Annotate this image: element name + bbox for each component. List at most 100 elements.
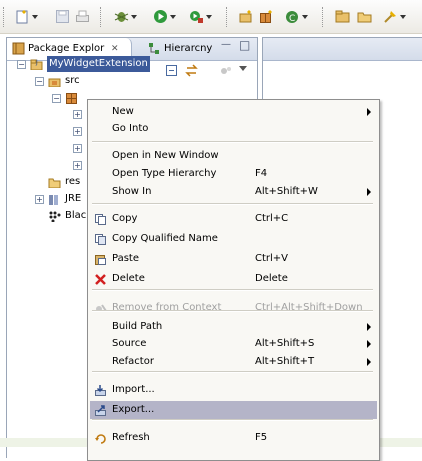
expand-icon[interactable]: + [73,161,82,170]
tree-item-label: MyWidgetExtension [47,56,150,72]
collapse-icon[interactable]: − [52,94,61,103]
run-icon [153,9,168,24]
hierarchy-icon [148,42,161,55]
menu-item-remove-from-context[interactable]: Remove from Context Ctrl+Alt+Shift+Down [90,299,377,317]
menu-item-shortcut: Ctrl+Alt+Shift+Down [255,302,363,313]
menu-item-show-in[interactable]: Show In Alt+Shift+W [90,183,377,201]
menu-item-shortcut: Alt+Shift+S [255,338,315,349]
menu-item-label: Copy Qualified Name [112,233,218,244]
menu-separator [92,419,373,421]
menu-item-label: Refresh [112,432,150,443]
library-icon [48,193,61,205]
menu-item-label: Remove from Context [112,302,222,313]
print-icon [75,9,90,24]
menu-separator [92,371,373,373]
copy-qualified-name-icon [94,233,107,245]
new-package-button[interactable] [258,8,275,26]
menu-item-label: Paste [112,253,139,264]
menu-item-delete[interactable]: Delete Delete [90,270,377,288]
menu-item-open-in-new-window[interactable]: Open in New Window [90,147,377,165]
package-explorer-icon [12,42,25,55]
new-wizard-icon [15,9,30,24]
menu-item-copy[interactable]: Copy Ctrl+C [90,210,377,228]
submenu-arrow-icon [367,358,371,366]
tree-item[interactable]: − src [35,73,265,89]
main-toolbar: C [0,0,422,34]
menu-item-label: Show In [112,186,152,197]
tree-item-label: JRE [65,193,82,204]
menu-item-shortcut: Ctrl+C [255,213,289,224]
save-icon [55,9,70,24]
menu-item-open-type-hierarchy[interactable]: Open Type Hierarchy F4 [90,165,377,183]
menu-item-label: Go Into [112,123,149,134]
new-wizard-button[interactable] [14,8,40,26]
menu-item-shortcut: F5 [255,432,268,443]
blackberry-icon [48,210,61,223]
menu-item-export[interactable]: Export... [90,401,377,419]
open-type-button[interactable] [334,8,351,26]
tree-item-label: res [65,176,81,187]
refresh-icon [94,432,107,444]
menu-item-label: Open in New Window [112,150,219,161]
run-button[interactable] [152,8,180,26]
toolbar-grip[interactable] [100,7,104,27]
copy-icon [94,213,107,225]
menu-item-shortcut: Alt+Shift+T [255,356,315,367]
maximize-icon[interactable]: □ [239,38,250,52]
new-class-button[interactable]: C [284,8,312,26]
menu-item-go-into[interactable]: Go Into [90,120,377,138]
menu-item-shortcut: Alt+Shift+W [255,186,318,197]
expand-icon[interactable]: + [35,195,44,204]
menu-item-label: Export... [112,404,155,415]
menu-separator [92,141,373,143]
menu-item-label: Import... [112,384,155,395]
menu-item-label: Source [112,338,147,349]
external-tools-button[interactable] [188,8,216,26]
submenu-arrow-icon [367,323,371,331]
menu-item-paste[interactable]: Paste Ctrl+V [90,250,377,268]
menu-item-shortcut: Ctrl+V [255,253,289,264]
open-folder-icon [357,9,372,24]
menu-item-refresh[interactable]: Refresh F5 [90,429,377,447]
menu-item-import[interactable]: Import... [90,381,377,399]
menu-separator [92,289,373,291]
collapse-icon[interactable]: − [17,60,26,69]
menu-item-source[interactable]: Source Alt+Shift+S [90,335,377,353]
project-icon: J [30,58,43,71]
editor-tab-bar [263,38,422,61]
new-java-project-icon [239,9,254,24]
menu-item-label: Copy [112,213,138,224]
expand-icon[interactable]: + [73,110,82,119]
expand-icon[interactable]: + [73,144,82,153]
print-button[interactable] [74,8,91,26]
tree-item[interactable]: − J MyWidgetExtension [17,56,247,72]
search-icon [383,9,398,24]
menu-item-label: Open Type Hierarchy [112,168,217,179]
package-icon [65,92,78,104]
menu-item-shortcut: F4 [255,168,268,179]
toolbar-grip[interactable] [226,7,230,27]
source-folder-icon [48,75,61,88]
menu-item-new[interactable]: New [90,103,377,121]
menu-item-label: Build Path [112,321,163,332]
toolbar-grip[interactable] [3,7,7,27]
debug-button[interactable] [113,8,141,26]
new-java-project-button[interactable] [238,8,255,26]
external-tools-icon [189,9,204,24]
svg-text:C: C [289,14,295,24]
toolbar-grip[interactable] [322,7,326,27]
export-icon [94,404,107,416]
new-package-icon [259,9,274,24]
menu-separator [92,203,373,205]
menu-item-copy-qualified-name[interactable]: Copy Qualified Name [90,230,377,248]
expand-icon[interactable]: + [73,127,82,136]
minimize-icon[interactable]: — [221,39,231,50]
save-button[interactable] [54,8,71,26]
remove-context-icon [94,302,107,314]
open-folder-button[interactable] [356,8,373,26]
open-type-icon [335,9,350,24]
search-button[interactable] [382,8,410,26]
collapse-icon[interactable]: − [35,77,44,86]
menu-item-refactor[interactable]: Refactor Alt+Shift+T [90,353,377,371]
menu-item-build-path[interactable]: Build Path [90,318,377,336]
